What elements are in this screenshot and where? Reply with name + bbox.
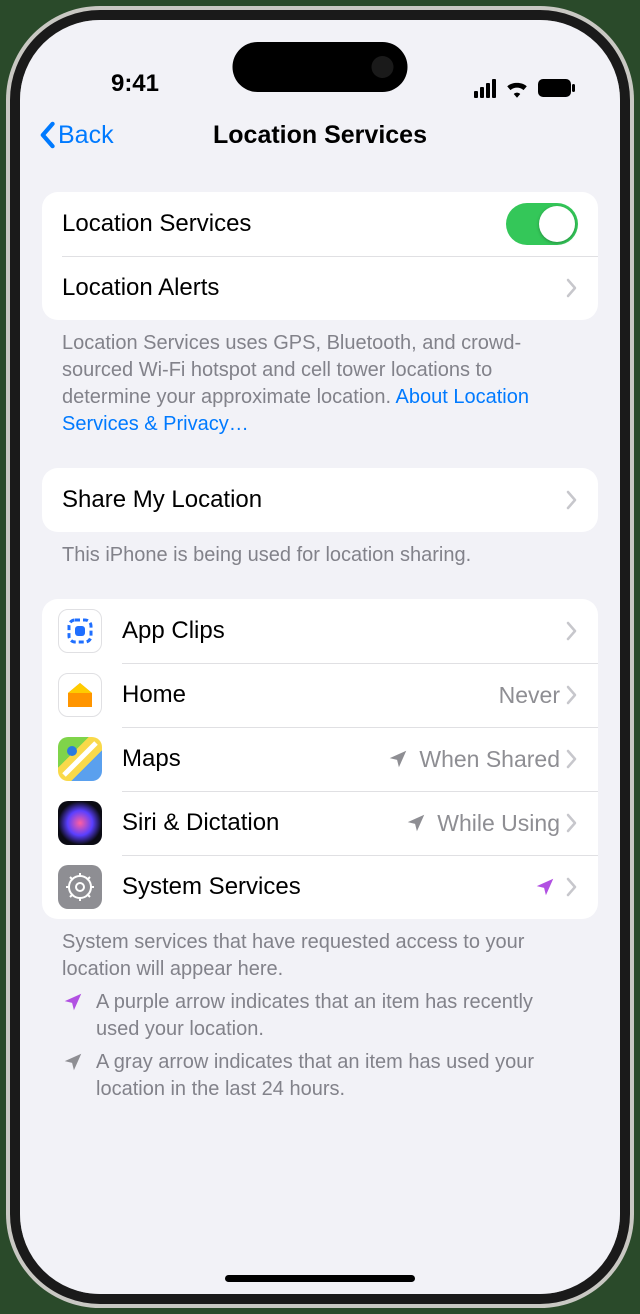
chevron-right-icon: [566, 490, 578, 510]
app-name: Siri & Dictation: [122, 809, 405, 837]
row-app-clips[interactable]: App Clips: [42, 599, 598, 663]
row-system-services[interactable]: System Services: [42, 855, 598, 919]
group-location-main: Location Services Location Alerts: [42, 192, 598, 320]
battery-icon: [538, 79, 576, 97]
home-indicator[interactable]: [225, 1275, 415, 1282]
group-apps: App Clips Home Never Maps: [42, 599, 598, 919]
app-value: When Shared: [419, 746, 560, 773]
group2-footer: This iPhone is being used for location s…: [42, 532, 598, 569]
chevron-right-icon: [566, 813, 578, 833]
maps-icon: [58, 737, 102, 781]
legend-text: A gray arrow indicates that an item has …: [96, 1049, 578, 1103]
row-home[interactable]: Home Never: [42, 663, 598, 727]
chevron-right-icon: [566, 749, 578, 769]
location-services-toggle[interactable]: [506, 203, 578, 245]
chevron-left-icon: [38, 121, 56, 149]
status-time: 9:41: [64, 70, 194, 98]
chevron-right-icon: [566, 621, 578, 641]
row-label: Share My Location: [62, 486, 566, 514]
app-name: App Clips: [122, 617, 566, 645]
location-arrow-icon: [405, 812, 427, 834]
location-arrow-icon: [62, 1051, 84, 1103]
app-name: Maps: [122, 745, 387, 773]
app-value: While Using: [437, 810, 560, 837]
legend-gray: A gray arrow indicates that an item has …: [42, 1043, 598, 1103]
group1-footer: Location Services uses GPS, Bluetooth, a…: [42, 320, 598, 438]
row-label: Location Alerts: [62, 274, 566, 302]
nav-bar: Back Location Services: [20, 106, 620, 164]
app-value: Never: [499, 682, 560, 709]
screen: 9:41 Back Location Services L: [20, 20, 620, 1294]
location-arrow-icon: [62, 991, 84, 1043]
row-siri-dictation[interactable]: Siri & Dictation While Using: [42, 791, 598, 855]
row-location-services[interactable]: Location Services: [42, 192, 598, 256]
gear-icon: [58, 865, 102, 909]
legend-purple: A purple arrow indicates that an item ha…: [42, 983, 598, 1043]
app-clips-icon: [58, 609, 102, 653]
content-scroll[interactable]: Location Services Location Alerts Locati…: [20, 164, 620, 1294]
legend-text: A purple arrow indicates that an item ha…: [96, 989, 578, 1043]
back-button[interactable]: Back: [38, 121, 114, 150]
app-name: System Services: [122, 873, 534, 901]
wifi-icon: [504, 78, 530, 98]
dynamic-island: [233, 42, 408, 92]
app-name: Home: [122, 681, 499, 709]
location-arrow-icon: [387, 748, 409, 770]
row-share-my-location[interactable]: Share My Location: [42, 468, 598, 532]
home-icon: [58, 673, 102, 717]
back-label: Back: [58, 121, 114, 150]
status-icons: [474, 78, 576, 98]
phone-frame: 9:41 Back Location Services L: [10, 10, 630, 1304]
chevron-right-icon: [566, 685, 578, 705]
apps-footer: System services that have requested acce…: [42, 919, 598, 983]
row-label: Location Services: [62, 210, 506, 238]
siri-icon: [58, 801, 102, 845]
cellular-icon: [474, 79, 496, 98]
chevron-right-icon: [566, 877, 578, 897]
row-maps[interactable]: Maps When Shared: [42, 727, 598, 791]
location-arrow-icon: [534, 876, 556, 898]
chevron-right-icon: [566, 278, 578, 298]
group-share-location: Share My Location: [42, 468, 598, 532]
row-location-alerts[interactable]: Location Alerts: [42, 256, 598, 320]
